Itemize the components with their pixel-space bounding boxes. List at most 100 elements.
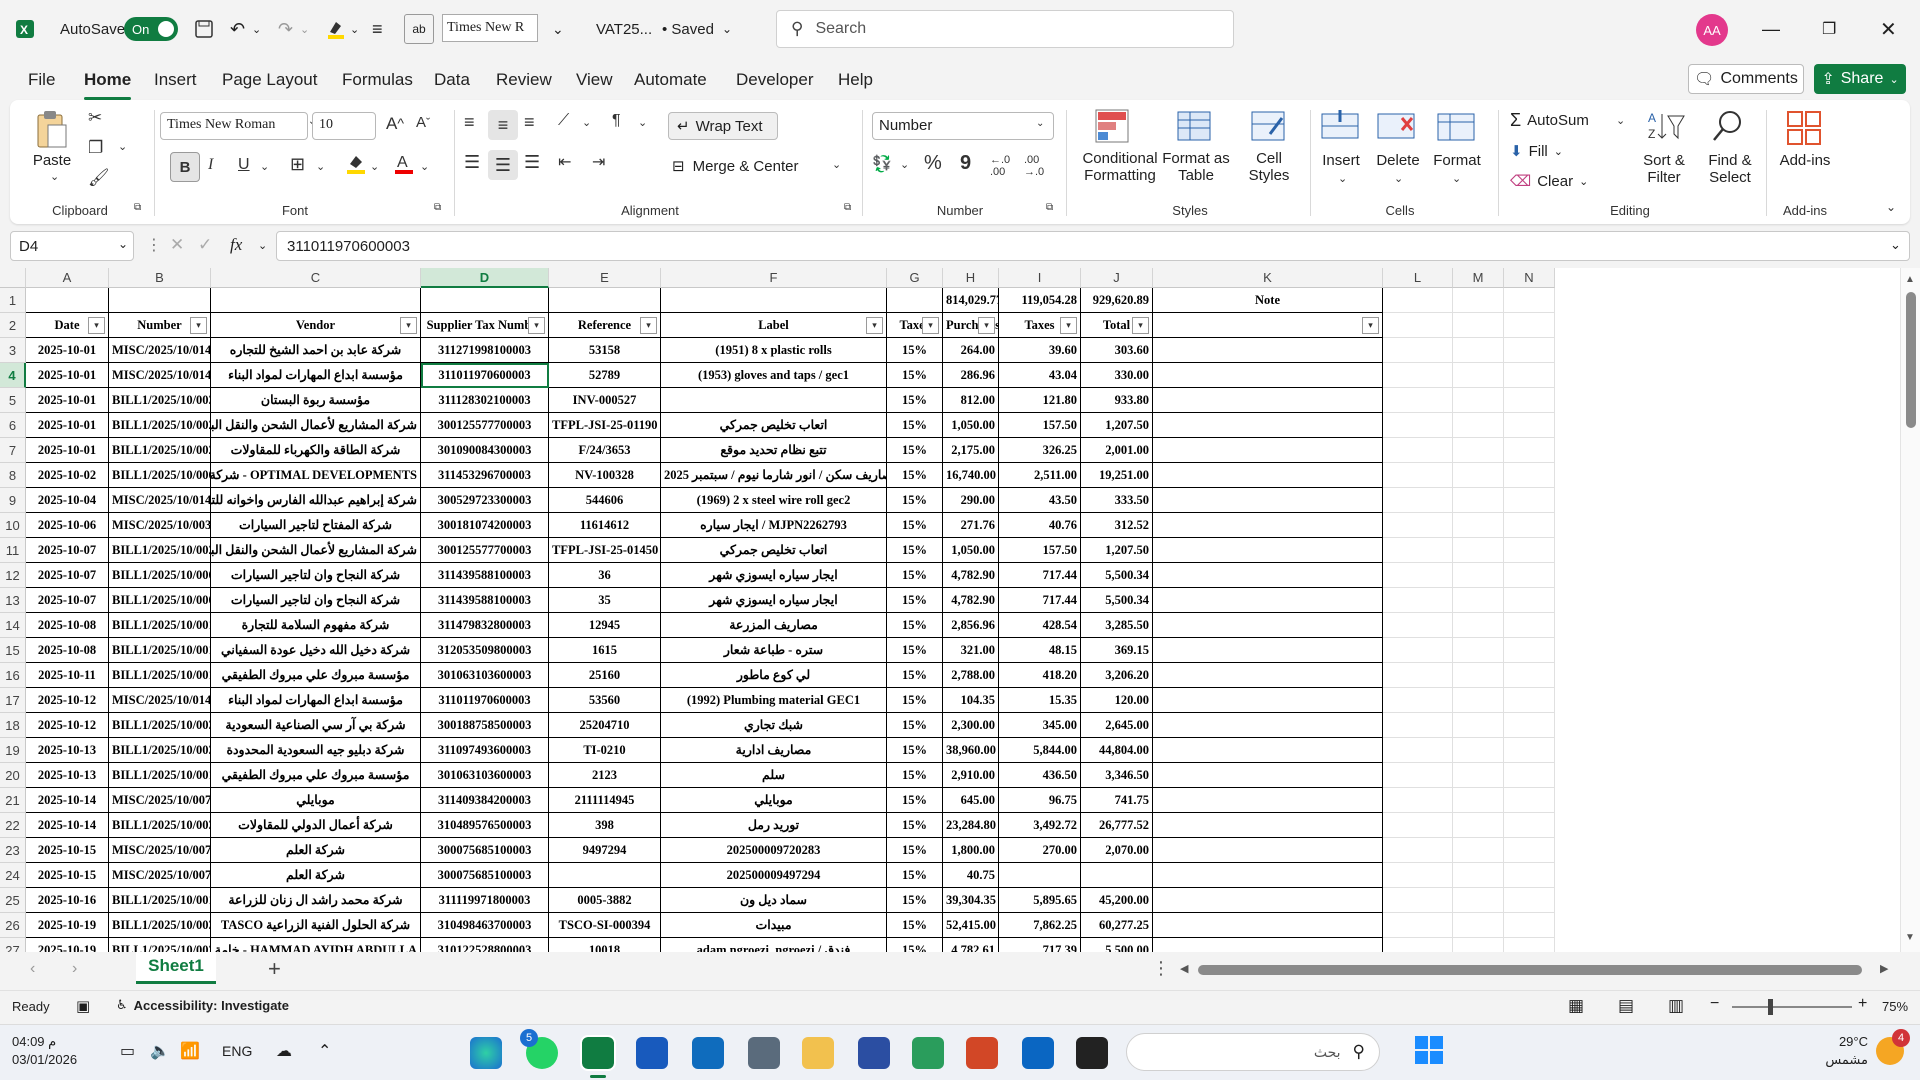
table-cell[interactable]: 15%: [887, 513, 943, 538]
table-cell[interactable]: 2025-10-04: [26, 488, 109, 513]
table-cell[interactable]: [1153, 513, 1383, 538]
table-cell[interactable]: ستره - طباعة شعار: [661, 638, 887, 663]
comments-button[interactable]: 🗨 Comments: [1688, 64, 1804, 94]
table-cell[interactable]: [1504, 463, 1555, 488]
column-header-n[interactable]: N: [1504, 268, 1555, 288]
column-header-d[interactable]: D: [421, 268, 549, 288]
table-cell[interactable]: [1383, 688, 1453, 713]
table-cell[interactable]: BILL1/2025/10/0009: [109, 463, 211, 488]
word-icon[interactable]: [636, 1037, 668, 1069]
filter-dropdown-icon[interactable]: ▾: [1060, 317, 1077, 334]
photos-icon[interactable]: [912, 1037, 944, 1069]
table-cell[interactable]: BILL1/2025/10/0006: [109, 563, 211, 588]
table-cell[interactable]: [1383, 788, 1453, 813]
table-cell[interactable]: [1453, 738, 1504, 763]
search-box[interactable]: ⚲ Search: [776, 10, 1234, 48]
table-cell[interactable]: 5,500.34: [1081, 588, 1153, 613]
row-header[interactable]: 5: [0, 388, 26, 413]
font-name-combo[interactable]: Times New Roman: [160, 112, 308, 140]
table-cell[interactable]: [1153, 488, 1383, 513]
table-cell[interactable]: 25204710: [549, 713, 661, 738]
table-cell[interactable]: 9497294: [549, 838, 661, 863]
table-cell[interactable]: [1504, 938, 1555, 952]
row-header[interactable]: 18: [0, 713, 26, 738]
table-cell[interactable]: (1951) 8 x plastic rolls: [661, 338, 887, 363]
row-header[interactable]: 24: [0, 863, 26, 888]
filter-dropdown-icon[interactable]: ▾: [1132, 317, 1149, 334]
table-cell[interactable]: [1504, 663, 1555, 688]
table-cell[interactable]: [1453, 838, 1504, 863]
table-cell[interactable]: 15%: [887, 413, 943, 438]
table-cell[interactable]: BILL1/2025/10/0017: [109, 663, 211, 688]
zoom-out-icon[interactable]: −: [1710, 995, 1719, 1013]
table-cell[interactable]: BILL1/2025/10/0018: [109, 763, 211, 788]
table-cell[interactable]: [1504, 838, 1555, 863]
table-cell[interactable]: 3,285.50: [1081, 613, 1153, 638]
table-cell[interactable]: 23,284.80: [943, 813, 999, 838]
find-select-icon[interactable]: [1708, 108, 1748, 144]
table-cell[interactable]: [1453, 863, 1504, 888]
table-cell[interactable]: 26,777.52: [1081, 813, 1153, 838]
table-cell[interactable]: 2025-10-01: [26, 388, 109, 413]
row-header[interactable]: 25: [0, 888, 26, 913]
vertical-scrollbar[interactable]: ▲ ▼: [1900, 268, 1920, 952]
tab-automate[interactable]: Automate: [630, 68, 711, 92]
table-cell[interactable]: [1504, 713, 1555, 738]
row-header[interactable]: 8: [0, 463, 26, 488]
horizontal-scrollbar[interactable]: ◀ ▶: [1180, 960, 1900, 980]
grid-cell[interactable]: [661, 288, 887, 313]
table-cell[interactable]: [1153, 613, 1383, 638]
table-cell[interactable]: BILL1/2025/10/0019: [109, 888, 211, 913]
tray-expand-icon[interactable]: ⌃: [318, 1041, 331, 1061]
comma-style-button[interactable]: 9: [960, 152, 971, 175]
table-cell[interactable]: [1383, 413, 1453, 438]
filter-dropdown-icon[interactable]: ▾: [866, 317, 883, 334]
decrease-font-icon[interactable]: Aˇ: [416, 114, 430, 131]
start-icon[interactable]: [1414, 1035, 1444, 1068]
table-cell[interactable]: 15%: [887, 488, 943, 513]
table-cell[interactable]: 741.75: [1081, 788, 1153, 813]
table-cell[interactable]: 5,500.34: [1081, 563, 1153, 588]
table-cell[interactable]: TFPL-JSI-25-01450: [549, 538, 661, 563]
name-box[interactable]: D4: [10, 231, 134, 261]
table-cell[interactable]: مؤسسة مبروك علي مبروك الطفيقي: [211, 663, 421, 688]
table-header-cell[interactable]: Purchases ▾: [943, 313, 999, 338]
column-header-g[interactable]: G: [887, 268, 943, 288]
table-cell[interactable]: 45,200.00: [1081, 888, 1153, 913]
table-cell[interactable]: 43.50: [999, 488, 1081, 513]
table-cell[interactable]: شركة دبليو جيه السعودية المحدودة: [211, 738, 421, 763]
table-cell[interactable]: سلم: [661, 763, 887, 788]
table-cell[interactable]: 300125577700003: [421, 538, 549, 563]
grid-cell[interactable]: [109, 288, 211, 313]
table-cell[interactable]: [1453, 713, 1504, 738]
table-header-cell[interactable]: Supplier Tax Number ▾: [421, 313, 549, 338]
add-ins-button[interactable]: Add-ins: [1772, 152, 1838, 169]
table-cell[interactable]: 1,207.50: [1081, 538, 1153, 563]
grid-cell[interactable]: [1504, 288, 1555, 313]
find-select-button[interactable]: Find & Select: [1698, 152, 1762, 186]
table-cell[interactable]: BILL1/2025/10/0036: [109, 388, 211, 413]
filter-dropdown-icon[interactable]: ▾: [400, 317, 417, 334]
table-cell[interactable]: 52789: [549, 363, 661, 388]
table-cell[interactable]: 39.60: [999, 338, 1081, 363]
table-cell[interactable]: 2,856.96: [943, 613, 999, 638]
table-cell[interactable]: NV-100328: [549, 463, 661, 488]
table-cell[interactable]: [1383, 513, 1453, 538]
table-cell[interactable]: شركة العلم: [211, 863, 421, 888]
insert-cells-button[interactable]: Insert: [1316, 152, 1366, 169]
table-cell[interactable]: [1383, 363, 1453, 388]
table-cell[interactable]: 40.75: [943, 863, 999, 888]
table-cell[interactable]: [1383, 763, 1453, 788]
minimize-icon[interactable]: —: [1762, 14, 1780, 44]
table-cell[interactable]: [1504, 738, 1555, 763]
table-cell[interactable]: [1153, 363, 1383, 388]
table-header-cell[interactable]: Total ▾: [1081, 313, 1153, 338]
table-cell[interactable]: [1453, 338, 1504, 363]
table-cell[interactable]: 48.15: [999, 638, 1081, 663]
table-cell[interactable]: 2025-10-01: [26, 438, 109, 463]
table-cell[interactable]: 311479832800003: [421, 613, 549, 638]
table-cell[interactable]: 310122528800003: [421, 938, 549, 952]
table-cell[interactable]: شركة المشاريع لأعمال الشحن والنقل البحري: [211, 413, 421, 438]
table-cell[interactable]: [1153, 838, 1383, 863]
grand-total-cell[interactable]: 929,620.89: [1081, 288, 1153, 313]
